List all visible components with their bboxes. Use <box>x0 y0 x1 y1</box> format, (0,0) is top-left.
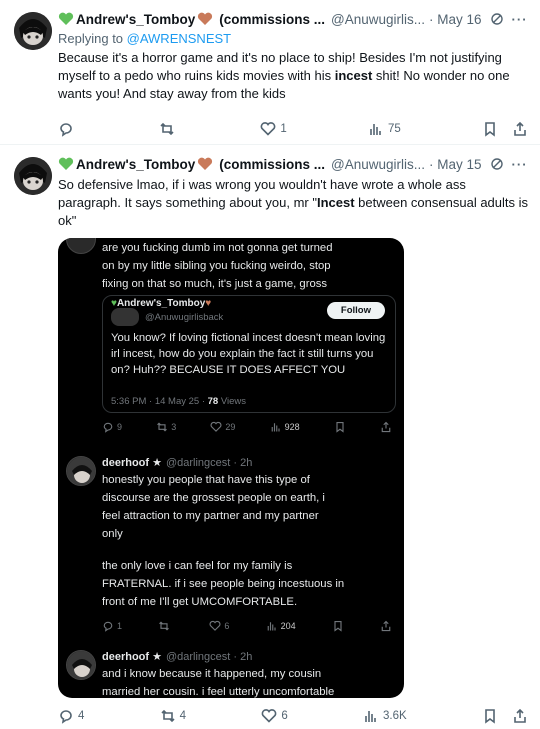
quote-meta: 5:36 PM · 14 May 25 · 78 Views <box>111 396 247 407</box>
reply-icon <box>60 710 72 724</box>
reply-button[interactable]: 4 <box>58 708 84 724</box>
media-text-line: discourse are the grossest people on ear… <box>102 492 325 504</box>
share-icon[interactable] <box>512 708 528 724</box>
tweet-text: Because it's a horror game and it's no p… <box>58 50 510 101</box>
views-count: 75 <box>387 123 401 135</box>
bookmark-icon[interactable] <box>482 708 498 724</box>
views-button[interactable]: 3.6K <box>363 708 407 724</box>
green-heart-icon <box>58 12 74 25</box>
display-name-suffix[interactable]: (commissions ... <box>219 157 325 172</box>
media-action-row: 9 3 29 928 <box>102 421 392 433</box>
reply-icon <box>103 621 113 632</box>
repost-icon <box>161 709 175 723</box>
more-icon[interactable]: ··· <box>512 157 528 172</box>
user-handle[interactable]: @Anuwugirlis... <box>331 157 425 172</box>
views-button[interactable]: 75 <box>368 121 401 137</box>
quote-avatar <box>111 308 139 326</box>
repost-count: 4 <box>179 710 187 722</box>
quote-handle: @Anuwugirlisback <box>145 312 224 323</box>
media-text-line: honestly you people that have this type … <box>102 474 310 486</box>
green-heart-icon <box>58 157 74 170</box>
display-name-suffix[interactable]: (commissions ... <box>219 12 325 27</box>
repost-button[interactable]: 4 <box>160 708 186 724</box>
media-text-line: FRATERNAL. if i see people being incestu… <box>102 578 345 590</box>
more-icon[interactable]: ··· <box>512 12 528 27</box>
repost-icon <box>160 122 174 136</box>
avatar[interactable] <box>14 157 52 195</box>
reply-button[interactable] <box>58 121 78 137</box>
views-count: 3.6K <box>383 710 407 722</box>
repost-button[interactable] <box>159 121 179 137</box>
views-icon <box>365 711 376 722</box>
media-text-line: front of me I'll get UMCOMFORTABLE. <box>102 596 298 608</box>
quoted-post: ♥Andrew's_Tomboy♥ @Anuwugirlisback Follo… <box>102 295 396 413</box>
share-icon <box>381 620 391 632</box>
user-handle[interactable]: @Anuwugirlis... <box>331 12 425 27</box>
like-button[interactable]: 1 <box>260 121 287 137</box>
quote-text: You know? If loving fictional incest doe… <box>111 332 386 376</box>
media-text-line: married her cousin. i feel utterly uncom… <box>102 686 335 698</box>
media-text-line: fixing on that so much, it's just a game… <box>102 278 328 290</box>
media-post-header: deerhoof ★ @darlingcest · 2h <box>102 651 253 663</box>
like-count: 1 <box>280 123 287 135</box>
media-text-line: are you fucking dumb im not gonna get tu… <box>102 242 333 254</box>
media-post-header: deerhoof ★ @darlingcest · 2h <box>102 457 253 469</box>
views-icon <box>267 622 276 631</box>
bookmark-icon <box>336 421 344 433</box>
reply-icon <box>103 422 113 433</box>
media-avatar <box>66 456 96 486</box>
like-button[interactable]: 6 <box>261 708 288 724</box>
tweet-text: So defensive lmao, if i was wrong you wo… <box>58 177 529 228</box>
display-name[interactable]: Andrew's_Tomboy <box>76 157 195 172</box>
reply-icon <box>60 123 72 137</box>
attached-image[interactable]: are you fucking dumb im not gonna get tu… <box>58 238 404 698</box>
heart-icon <box>262 709 277 723</box>
media-text-line: only <box>102 528 123 540</box>
media-text-line: and i know because it happened, my cousi… <box>102 668 322 680</box>
bookmark-icon[interactable] <box>482 121 498 137</box>
views-icon <box>271 423 280 432</box>
grok-icon[interactable] <box>490 12 504 26</box>
display-name[interactable]: Andrew's_Tomboy <box>76 12 195 27</box>
share-icon[interactable] <box>512 121 528 137</box>
like-count: 6 <box>281 710 288 722</box>
bold-word: Incest <box>316 195 355 210</box>
heart-icon <box>209 620 221 631</box>
avatar[interactable] <box>14 12 52 50</box>
media-text-line: the only love i can feel for my family i… <box>102 560 293 572</box>
tweet-date[interactable]: · May 16 <box>429 12 482 27</box>
views-icon <box>370 124 381 135</box>
tweet-date[interactable]: · May 15 <box>429 157 482 172</box>
tweet[interactable]: Andrew's_Tomboy (commissions ... @Anuwug… <box>0 145 540 729</box>
repost-icon <box>157 422 168 432</box>
repost-icon <box>159 621 170 631</box>
share-icon <box>381 421 391 433</box>
brown-heart-icon <box>198 12 213 25</box>
grok-icon[interactable] <box>490 157 504 171</box>
replying-to: Replying to @AWRENSNEST <box>58 31 232 46</box>
media-avatar <box>66 650 96 680</box>
bookmark-icon <box>334 620 342 632</box>
media-avatar <box>66 238 96 254</box>
brown-heart-icon <box>198 157 213 170</box>
bold-word: incest <box>334 68 373 83</box>
media-text-line: on by my little sibling you fucking weir… <box>102 260 331 272</box>
heart-icon <box>261 122 276 136</box>
media-action-row: 1 6 204 <box>102 620 392 632</box>
replying-to-link[interactable]: @AWRENSNEST <box>127 31 231 46</box>
tweet[interactable]: Andrew's_Tomboy (commissions ... @Anuwug… <box>0 0 540 145</box>
follow-button: Follow <box>326 302 385 319</box>
heart-icon <box>210 421 222 432</box>
reply-count: 4 <box>78 710 85 722</box>
media-text-line: feel attraction to my partner and my par… <box>102 510 319 522</box>
